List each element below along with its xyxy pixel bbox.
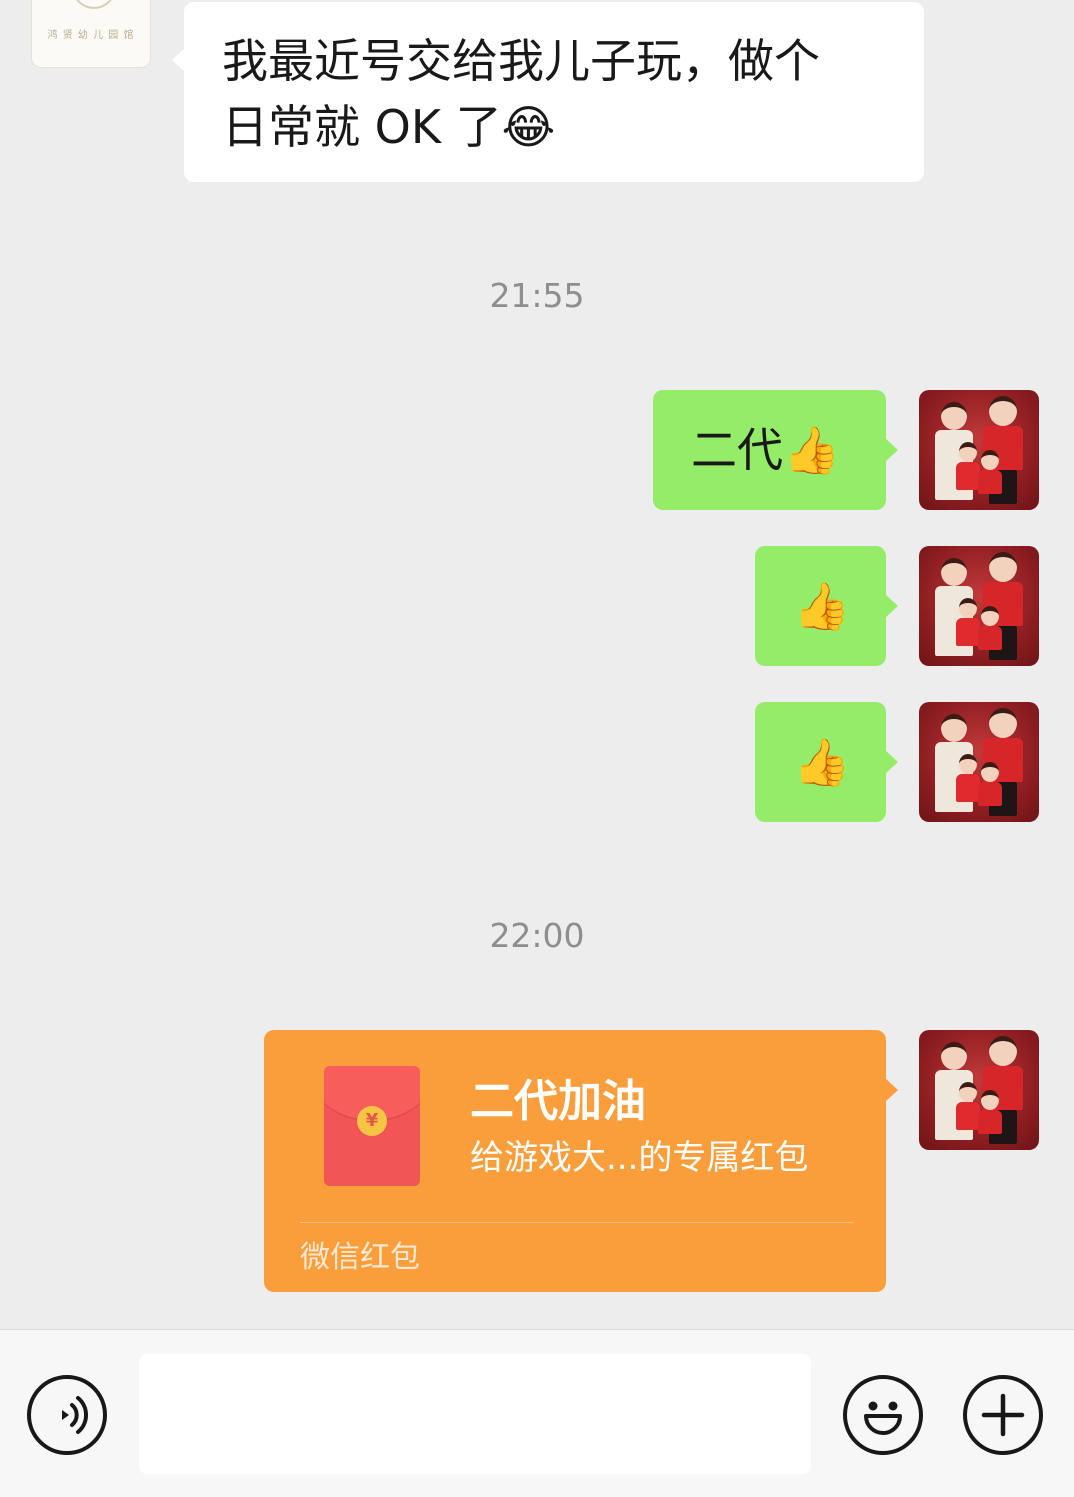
smiley-icon	[864, 1401, 902, 1435]
outgoing-message-bubble[interactable]: 👍	[755, 702, 898, 822]
logo-wordmark: 鸿 贤 幼 儿 园 馆	[47, 30, 135, 41]
outgoing-message-text: 二代	[691, 423, 783, 477]
message-input[interactable]	[139, 1354, 811, 1474]
more-button[interactable]	[963, 1375, 1043, 1455]
timestamp: 21:55	[489, 276, 585, 315]
timestamp: 22:00	[489, 916, 585, 955]
thumbs-up-emoji-icon: 👍	[783, 423, 841, 477]
plus-icon	[981, 1393, 1025, 1437]
red-envelope-icon: ¥	[324, 1066, 420, 1186]
red-packet-footer: 微信红包	[300, 1240, 420, 1275]
thumbs-up-emoji-icon: 👍	[793, 735, 851, 789]
outgoing-message-bubble[interactable]: 二代👍	[653, 390, 898, 510]
red-packet-card[interactable]: ¥ 二代加油 给游戏大...的专属红包 微信红包	[264, 1030, 898, 1292]
yuan-coin-icon: ¥	[357, 1106, 387, 1136]
voice-icon	[62, 1396, 89, 1434]
tears-of-joy-emoji-icon: 😂	[501, 100, 556, 154]
my-avatar[interactable]	[919, 702, 1039, 822]
red-packet-subtitle: 给游戏大...的专属红包	[470, 1138, 809, 1178]
logo-emblem	[72, 0, 116, 9]
thumbs-up-emoji-icon: 👍	[793, 579, 851, 633]
my-avatar[interactable]	[919, 546, 1039, 666]
input-bar	[0, 1329, 1074, 1497]
red-packet-title: 二代加油	[470, 1076, 646, 1127]
incoming-message-line1: 我最近号交给我儿子玩，做个	[222, 34, 820, 88]
divider	[300, 1222, 854, 1223]
incoming-message-bubble[interactable]: 我最近号交给我儿子玩，做个 日常就 OK 了😂	[172, 2, 924, 182]
incoming-message-line2: 日常就 OK 了	[222, 100, 502, 154]
emoji-button[interactable]	[843, 1375, 923, 1455]
voice-button[interactable]	[27, 1375, 107, 1455]
outgoing-message-bubble[interactable]: 👍	[755, 546, 898, 666]
contact-avatar[interactable]: 鸿 贤 幼 儿 园 馆	[31, 0, 151, 68]
my-avatar[interactable]	[919, 1030, 1039, 1150]
my-avatar[interactable]	[919, 390, 1039, 510]
chat-area[interactable]: 鸿 贤 幼 儿 园 馆 我最近号交给我儿子玩，做个 日常就 OK 了😂 21:5…	[0, 0, 1074, 1329]
